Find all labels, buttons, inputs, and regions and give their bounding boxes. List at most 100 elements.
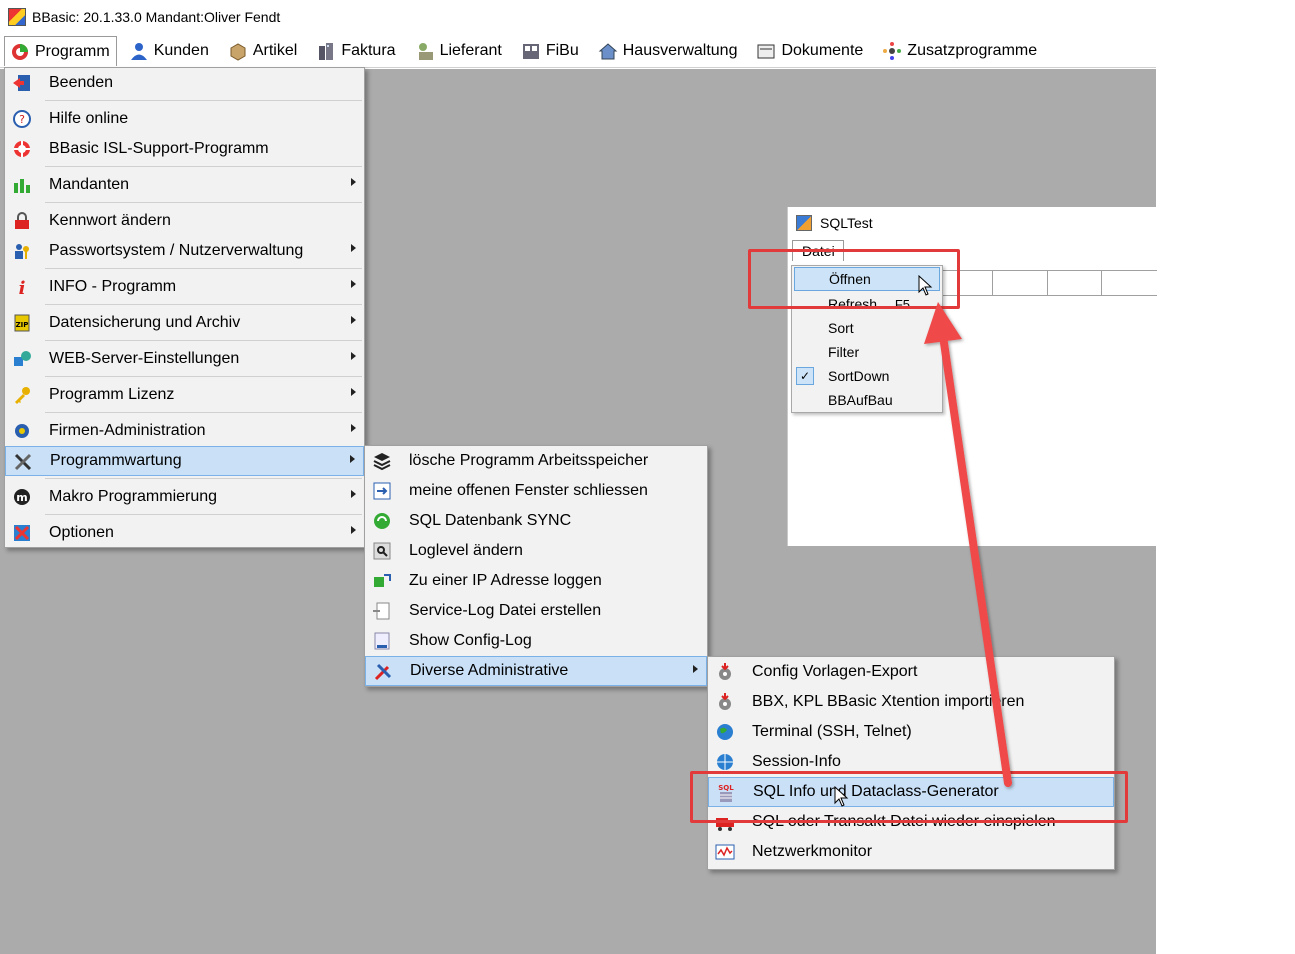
window-titlebar: BBasic: 20.1.33.0 Mandant:Oliver Fendt xyxy=(0,0,1295,34)
menu-item-label: INFO - Programm xyxy=(49,278,177,295)
app-icon xyxy=(8,8,26,26)
admin-tools-icon xyxy=(372,661,394,683)
menubar-label: Artikel xyxy=(252,42,298,59)
menu-item-label: BBasic ISL-Support-Programm xyxy=(49,140,269,157)
users-key-icon xyxy=(11,240,33,262)
menu-item-label: Optionen xyxy=(49,524,114,541)
menu-item-label: Beenden xyxy=(49,74,114,91)
menu-item-firmen-administration[interactable]: Firmen-Administration xyxy=(5,416,364,446)
menu-item-label: Config Vorlagen-Export xyxy=(752,663,918,680)
menubar-label: FiBu xyxy=(545,42,579,59)
datei-item-bbaufbau[interactable]: BBAufBau xyxy=(792,388,942,412)
datei-item-sortdown[interactable]: ✓ SortDown xyxy=(792,364,942,388)
lifebuoy-icon xyxy=(11,138,33,160)
menu-item-label: Session-Info xyxy=(752,753,841,770)
menu-item-label: Passwortsystem / Nutzerverwaltung xyxy=(49,242,304,259)
menubar-label: Dokumente xyxy=(781,42,864,59)
menu-item-fenster-schliessen[interactable]: meine offenen Fenster schliessen xyxy=(365,476,707,506)
config-log-icon xyxy=(371,630,393,652)
menu-item-beenden[interactable]: Beenden xyxy=(5,68,364,98)
menu-item-label: Zu einer IP Adresse loggen xyxy=(409,572,602,589)
menu-item-sql-sync[interactable]: SQL Datenbank SYNC xyxy=(365,506,707,536)
menu-item-loglevel[interactable]: Loglevel ändern xyxy=(365,536,707,566)
highlight-box-sql-info xyxy=(690,771,1128,823)
submenu-arrow-icon xyxy=(351,280,356,288)
menu-item-label: Filter xyxy=(828,344,860,360)
svg-text:i: i xyxy=(19,278,26,297)
gear-import-icon xyxy=(714,691,736,713)
data-grid-header xyxy=(938,270,1157,296)
submenu-arrow-icon xyxy=(351,490,356,498)
menu-item-label: Programmwartung xyxy=(50,452,182,469)
menu-item-label: Mandanten xyxy=(49,176,130,193)
menu-item-label: Diverse Administrative xyxy=(410,662,569,679)
menu-item-hilfe-online[interactable]: ? Hilfe online xyxy=(5,104,364,134)
mouse-cursor-icon xyxy=(918,275,933,296)
lock-icon xyxy=(11,210,33,232)
svg-text:?: ? xyxy=(19,113,25,126)
menubar-label: Faktura xyxy=(341,42,396,59)
menu-item-config-export[interactable]: Config Vorlagen-Export xyxy=(708,657,1114,687)
menubar-label: Zusatzprogramme xyxy=(907,42,1038,59)
menubar-item-faktura[interactable]: Faktura xyxy=(310,36,402,66)
menu-item-optionen[interactable]: Optionen xyxy=(5,518,364,548)
svg-text:m: m xyxy=(16,491,27,504)
menubar-label: Hausverwaltung xyxy=(622,42,738,59)
menu-item-programmwartung[interactable]: Programmwartung xyxy=(5,446,364,476)
datei-item-filter[interactable]: Filter xyxy=(792,340,942,364)
grid-column[interactable] xyxy=(1102,271,1157,295)
menu-item-isl-support[interactable]: BBasic ISL-Support-Programm xyxy=(5,134,364,164)
menu-item-mandanten[interactable]: Mandanten xyxy=(5,170,364,200)
menubar-item-dokumente[interactable]: Dokumente xyxy=(750,36,870,66)
menu-item-kennwort[interactable]: Kennwort ändern xyxy=(5,206,364,236)
kunden-icon xyxy=(128,40,150,62)
key-icon xyxy=(11,384,33,406)
submenu-arrow-icon xyxy=(351,388,356,396)
menubar-item-kunden[interactable]: Kunden xyxy=(123,36,216,66)
menu-item-label: WEB-Server-Einstellungen xyxy=(49,350,240,367)
grid-column[interactable] xyxy=(1048,271,1103,295)
menubar-item-programm[interactable]: Programm xyxy=(4,36,117,66)
menu-item-label: Netzwerkmonitor xyxy=(752,843,873,860)
layers-icon xyxy=(371,450,393,472)
menu-item-loesche-arbeitsspeicher[interactable]: lösche Programm Arbeitsspeicher xyxy=(365,446,707,476)
menu-item-config-log[interactable]: Show Config-Log xyxy=(365,626,707,656)
datei-item-sort[interactable]: Sort xyxy=(792,316,942,340)
web-server-icon xyxy=(11,348,33,370)
menubar-item-fibu[interactable]: FiBu xyxy=(515,36,586,66)
tools-icon xyxy=(12,451,34,473)
menu-item-netzwerkmonitor[interactable]: Netzwerkmonitor xyxy=(708,837,1114,867)
programm-icon xyxy=(9,41,31,63)
menu-item-datensicherung[interactable]: ZIP Datensicherung und Archiv xyxy=(5,308,364,338)
menu-item-label: Datensicherung und Archiv xyxy=(49,314,241,331)
magnifier-icon xyxy=(371,540,393,562)
menubar-item-lieferant[interactable]: Lieferant xyxy=(409,36,509,66)
menu-item-service-log[interactable]: Service-Log Datei erstellen xyxy=(365,596,707,626)
menu-item-web-server[interactable]: WEB-Server-Einstellungen xyxy=(5,344,364,374)
menu-item-label: Service-Log Datei erstellen xyxy=(409,602,602,619)
mandanten-icon xyxy=(11,174,33,196)
globe-icon xyxy=(714,721,736,743)
menu-item-label: Hilfe online xyxy=(49,110,129,127)
submenu-arrow-icon xyxy=(351,526,356,534)
grid-column[interactable] xyxy=(993,271,1048,295)
menu-item-ip-loggen[interactable]: Zu einer IP Adresse loggen xyxy=(365,566,707,596)
checkmark-icon: ✓ xyxy=(796,367,814,385)
menubar-item-zusatzprogramme[interactable]: Zusatzprogramme xyxy=(876,36,1044,66)
menu-item-bbx-import[interactable]: BBX, KPL BBasic Xtention importieren xyxy=(708,687,1114,717)
menu-item-lizenz[interactable]: Programm Lizenz xyxy=(5,380,364,410)
menu-item-diverse-administrative[interactable]: Diverse Administrative xyxy=(365,656,707,686)
svg-text:ZIP: ZIP xyxy=(16,321,29,329)
hausverwaltung-icon xyxy=(597,40,619,62)
menu-item-passwortsystem[interactable]: Passwortsystem / Nutzerverwaltung xyxy=(5,236,364,266)
menubar-item-artikel[interactable]: Artikel xyxy=(222,36,304,66)
menubar-label: Kunden xyxy=(153,42,209,59)
menu-item-info-programm[interactable]: i INFO - Programm xyxy=(5,272,364,302)
menu-item-terminal[interactable]: Terminal (SSH, Telnet) xyxy=(708,717,1114,747)
menubar-item-hausverwaltung[interactable]: Hausverwaltung xyxy=(592,36,745,66)
menu-item-makro[interactable]: m Makro Programmierung xyxy=(5,482,364,512)
makro-icon: m xyxy=(11,486,33,508)
gear-download-icon xyxy=(714,661,736,683)
window-title: BBasic: 20.1.33.0 Mandant:Oliver Fendt xyxy=(32,9,281,25)
submenu-arrow-icon xyxy=(693,665,698,673)
